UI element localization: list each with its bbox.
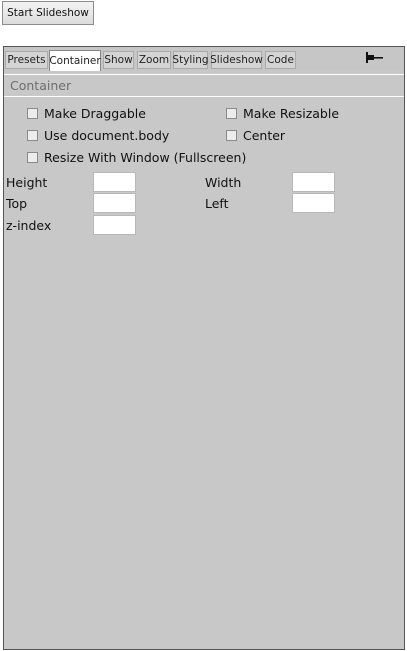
use-document-body-checkbox[interactable]: Use document.body xyxy=(27,128,169,143)
make-resizable-label: Make Resizable xyxy=(243,106,340,121)
settings-panel: Presets Container Show Zoom Styling Slid… xyxy=(3,46,405,650)
width-label: Width xyxy=(205,175,242,190)
resize-with-window-label: Resize With Window (Fullscreen) xyxy=(44,150,247,165)
section-header: Container xyxy=(4,74,404,97)
make-draggable-checkbox[interactable]: Make Draggable xyxy=(27,106,146,121)
checkbox-box[interactable] xyxy=(27,108,38,119)
left-input[interactable] xyxy=(292,193,335,213)
zindex-label: z-index xyxy=(6,218,52,233)
zindex-input[interactable] xyxy=(93,215,136,235)
tab-show[interactable]: Show xyxy=(103,51,134,69)
tab-code[interactable]: Code xyxy=(265,51,296,69)
checkbox-box[interactable] xyxy=(27,130,38,141)
pin-icon[interactable] xyxy=(364,51,384,65)
tab-container[interactable]: Container xyxy=(49,50,101,71)
tab-presets[interactable]: Presets xyxy=(5,51,48,69)
width-input[interactable] xyxy=(292,172,335,192)
start-slideshow-button[interactable]: Start Slideshow xyxy=(2,1,94,25)
checkbox-box[interactable] xyxy=(27,152,38,163)
top-input[interactable] xyxy=(93,193,136,213)
checkbox-box[interactable] xyxy=(226,108,237,119)
make-resizable-checkbox[interactable]: Make Resizable xyxy=(226,106,339,121)
tab-bar: Presets Container Show Zoom Styling Slid… xyxy=(4,47,404,71)
left-label: Left xyxy=(205,196,229,211)
tab-styling[interactable]: Styling xyxy=(172,51,209,69)
center-label: Center xyxy=(243,128,286,143)
top-label: Top xyxy=(6,196,28,211)
section-title: Container xyxy=(10,78,72,93)
resize-with-window-checkbox[interactable]: Resize With Window (Fullscreen) xyxy=(27,150,246,165)
height-input[interactable] xyxy=(93,172,136,192)
center-checkbox[interactable]: Center xyxy=(226,128,285,143)
checkbox-box[interactable] xyxy=(226,130,237,141)
use-document-body-label: Use document.body xyxy=(44,128,170,143)
height-label: Height xyxy=(6,175,48,190)
tab-zoom[interactable]: Zoom xyxy=(137,51,171,69)
make-draggable-label: Make Draggable xyxy=(44,106,146,121)
tab-slideshow[interactable]: Slideshow xyxy=(210,51,263,69)
